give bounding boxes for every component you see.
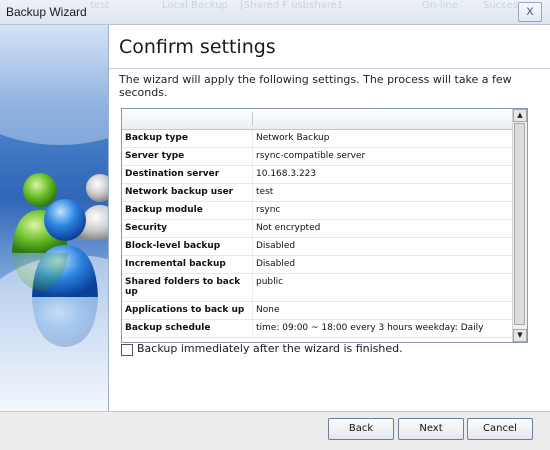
table-row: Incremental backup Disabled (122, 256, 512, 274)
setting-value: rsync (256, 205, 281, 215)
background-column-shared: [Shared F usbshare1 (240, 0, 344, 11)
background-column-online: On-line (422, 0, 458, 11)
table-row: Shared folders to back up public (122, 274, 512, 302)
users-icon (12, 173, 108, 347)
back-button[interactable]: Back (328, 418, 394, 440)
table-row: Destination server 10.168.3.223 (122, 166, 512, 184)
setting-label: Incremental backup (125, 259, 226, 269)
backup-immediately-checkbox[interactable] (121, 344, 133, 356)
table-header (122, 109, 512, 130)
setting-label: Security (125, 223, 168, 233)
setting-label: Backup module (125, 205, 203, 215)
title-bar[interactable]: test Local Backup [Shared F usbshare1 On… (0, 0, 550, 25)
table-row: Network backup user test (122, 184, 512, 202)
setting-value: Not encrypted (256, 223, 321, 233)
scrollbar-thumb[interactable] (514, 123, 525, 325)
vertical-scrollbar[interactable]: ▲ ▼ (512, 109, 527, 342)
table-row: Applications to back up None (122, 302, 512, 320)
table-row: Backup module rsync (122, 202, 512, 220)
table-row: Backup schedule time: 09:00 ~ 18:00 every… (122, 320, 512, 338)
setting-label: Backup type (125, 133, 188, 143)
setting-label: Shared folders to back up (125, 277, 241, 297)
setting-label: Network backup user (125, 187, 234, 197)
backup-wizard-window: test Local Backup [Shared F usbshare1 On… (0, 0, 550, 450)
setting-value: test (256, 187, 274, 197)
divider (109, 68, 550, 69)
setting-value: Network Backup (256, 133, 330, 143)
scroll-up-icon[interactable]: ▲ (513, 109, 527, 122)
checkbox-label: Backup immediately after the wizard is f… (137, 342, 403, 355)
close-icon: x (526, 4, 534, 19)
table-body: Backup type Network Backup Server type rsyn… (122, 130, 512, 338)
setting-label: Backup schedule (125, 323, 211, 333)
wizard-side-banner (0, 25, 108, 411)
setting-value: None (256, 305, 280, 315)
setting-label: Destination server (125, 169, 220, 179)
setting-value: public (256, 277, 284, 287)
cancel-button[interactable]: Cancel (467, 418, 533, 440)
settings-table[interactable]: Backup type Network Backup Server type rsyn… (121, 108, 528, 343)
table-row: Block-level backup Disabled (122, 238, 512, 256)
table-row: Server type rsync-compatible server (122, 148, 512, 166)
close-button[interactable]: x (518, 2, 542, 22)
background-column-test: test (90, 0, 110, 11)
window-title: Backup Wizard (6, 5, 87, 19)
setting-value: Disabled (256, 241, 296, 251)
next-button[interactable]: Next (398, 418, 464, 440)
scroll-down-icon[interactable]: ▼ (513, 329, 527, 342)
page-description: The wizard will apply the following sett… (119, 73, 512, 99)
table-row: Backup type Network Backup (122, 130, 512, 148)
setting-value: rsync-compatible server (256, 151, 366, 161)
setting-value: Disabled (256, 259, 296, 269)
setting-value: 10.168.3.223 (256, 169, 317, 179)
wizard-content: Confirm settings The wizard will apply t… (108, 25, 550, 411)
table-row: Security Not encrypted (122, 220, 512, 238)
setting-label: Server type (125, 151, 185, 161)
setting-label: Applications to back up (125, 305, 245, 315)
page-title: Confirm settings (119, 36, 276, 58)
setting-label: Block-level backup (125, 241, 221, 251)
wizard-footer: Back Next Cancel (0, 411, 550, 450)
background-column-local-backup: Local Backup (162, 0, 228, 11)
setting-value: time: 09:00 ~ 18:00 every 3 hours weekda… (256, 323, 484, 333)
